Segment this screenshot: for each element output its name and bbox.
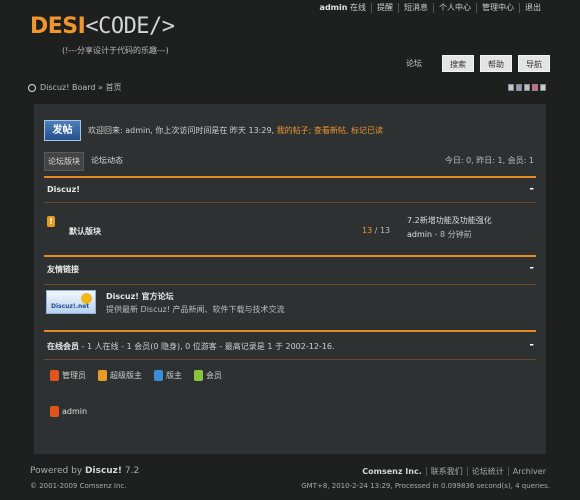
collapse-toggle[interactable]: - bbox=[529, 339, 536, 352]
messages-link[interactable]: 短消息 bbox=[398, 3, 433, 13]
last-post: 7.2新增功能及功能强化 admin - 8 分钟前 bbox=[407, 214, 492, 242]
contact-link[interactable]: 联系我们 bbox=[425, 467, 467, 476]
powered-version: 7.2 bbox=[122, 466, 140, 476]
discuz-logo-image[interactable]: Discuz!.net bbox=[46, 290, 96, 314]
user-status[interactable]: admin 在线 bbox=[315, 3, 371, 13]
forum-name[interactable]: 默认版块 bbox=[69, 226, 101, 237]
links-title: 友情链接 bbox=[47, 265, 79, 274]
post-count: 13 bbox=[379, 226, 391, 235]
welcome-message: 欢迎回来: admin, 你上次访问时间是在 昨天 13:29, 我的帖子; 查… bbox=[88, 125, 383, 136]
legend-super-mod: 超级版主 bbox=[98, 370, 142, 381]
stats-link[interactable]: 论坛统计 bbox=[466, 467, 508, 476]
username[interactable]: admin bbox=[320, 3, 348, 12]
divider bbox=[44, 359, 536, 360]
count-separator: / bbox=[372, 226, 380, 235]
category-section: Discuz! - bbox=[44, 176, 536, 203]
powered-by: Powered by Discuz! 7.2 bbox=[30, 464, 139, 479]
powered-link[interactable]: Discuz! bbox=[85, 466, 122, 476]
forum-stats: 今日: 0, 昨日: 1, 会员: 1 bbox=[444, 156, 534, 165]
online-section: 在线会员 - 1 人在线 - 1 会员(0 隐身), 0 位游客 - 最高记录是… bbox=[44, 330, 536, 360]
copyright: © 2001-2009 Comsenz Inc. bbox=[30, 482, 127, 490]
divider bbox=[44, 284, 536, 285]
breadcrumb: Discuz! Board » 首页 bbox=[28, 82, 121, 93]
new-post-button[interactable]: 发帖 bbox=[44, 120, 81, 141]
online-detail: - 1 人在线 - 1 会员(0 隐身), 0 位游客 - 最高记录是 1 于 … bbox=[81, 342, 335, 351]
search-button[interactable]: 搜索 bbox=[442, 55, 474, 72]
reminder-link[interactable]: 提醒 bbox=[371, 3, 398, 13]
navigation-button[interactable]: 导航 bbox=[518, 55, 550, 72]
forum-counts: 13 / 13 bbox=[362, 226, 390, 235]
legend-mod: 版主 bbox=[154, 370, 182, 381]
online-label: 在线会员 bbox=[47, 342, 79, 351]
friend-link-title[interactable]: Discuz! 官方论坛 bbox=[106, 291, 174, 302]
forum-tabs: 论坛版块 论坛动态 bbox=[44, 152, 126, 171]
forum-row: ! 默认版块 13 / 13 7.2新增功能及功能强化 admin - 8 分钟… bbox=[44, 208, 536, 252]
friend-link: Discuz!.net Discuz! 官方论坛 提供最新 Discuz! 产品… bbox=[46, 290, 536, 320]
legend-label: 管理员 bbox=[62, 371, 86, 380]
online-status: 在线 bbox=[350, 3, 366, 12]
mark-read-link[interactable]: 标记已读 bbox=[351, 126, 383, 135]
welcome-text: 欢迎回来: admin, 你上次访问时间是在 昨天 13:29, bbox=[88, 126, 275, 135]
user-group-legend: 管理员 超级版主 版主 会员 bbox=[50, 370, 222, 381]
style-swatch[interactable] bbox=[524, 84, 530, 91]
site-tagline: (!---分享设计于代码的乐趣---) bbox=[62, 46, 169, 55]
style-swatch[interactable] bbox=[540, 84, 546, 91]
online-user[interactable]: admin bbox=[50, 406, 87, 417]
footer-links: Comsenz Inc. 联系我们 论坛统计 Archiver bbox=[301, 464, 550, 479]
collapse-toggle[interactable]: - bbox=[529, 183, 536, 194]
member-icon bbox=[194, 370, 203, 381]
my-posts-link[interactable]: 我的帖子; bbox=[277, 126, 312, 135]
logo-text: Discuz!.net bbox=[51, 303, 90, 310]
help-button[interactable]: 帮助 bbox=[480, 55, 512, 72]
breadcrumb-text[interactable]: Discuz! Board » 首页 bbox=[40, 82, 121, 93]
style-swatch[interactable] bbox=[508, 84, 514, 91]
links-header: 友情链接 - bbox=[44, 257, 536, 275]
admin-icon bbox=[50, 370, 59, 381]
tab-forum-activity[interactable]: 论坛动态 bbox=[88, 152, 126, 171]
tab-forum-boards[interactable]: 论坛版块 bbox=[44, 152, 84, 171]
legend-label: 会员 bbox=[206, 371, 222, 380]
archiver-link[interactable]: Archiver bbox=[507, 467, 550, 476]
search-icon bbox=[28, 83, 36, 92]
logo-part2: <CODE/> bbox=[85, 14, 175, 39]
legend-admin: 管理员 bbox=[50, 370, 86, 381]
super-moderator-icon bbox=[98, 370, 107, 381]
category-title[interactable]: Discuz! bbox=[47, 185, 80, 194]
last-post-user[interactable]: admin bbox=[407, 230, 432, 239]
online-header: 在线会员 - 1 人在线 - 1 会员(0 隐身), 0 位游客 - 最高记录是… bbox=[44, 332, 536, 359]
divider bbox=[44, 202, 536, 203]
footer-right: Comsenz Inc. 联系我们 论坛统计 Archiver GMT+8, 2010… bbox=[301, 464, 550, 494]
new-posts-link[interactable]: 查看新帖, bbox=[314, 126, 349, 135]
style-switcher bbox=[508, 84, 546, 91]
profile-link[interactable]: 个人中心 bbox=[433, 3, 476, 13]
user-bar: admin 在线 提醒 短消息 个人中心 管理中心 退出 bbox=[315, 3, 546, 13]
friend-link-desc: 提供最新 Discuz! 产品新闻、软件下载与技术交流 bbox=[106, 305, 285, 314]
powered-prefix: Powered by bbox=[30, 466, 86, 476]
collapse-toggle[interactable]: - bbox=[529, 262, 536, 275]
links-section: 友情链接 - bbox=[44, 255, 536, 285]
processed-info: GMT+8, 2010-2-24 13:29, Processed in 0.0… bbox=[301, 482, 550, 490]
nav-forum-link[interactable]: 论坛 bbox=[406, 58, 422, 69]
logout-link[interactable]: 退出 bbox=[519, 3, 546, 13]
online-username[interactable]: admin bbox=[62, 407, 87, 416]
main-panel: 发帖 欢迎回来: admin, 你上次访问时间是在 昨天 13:29, 我的帖子… bbox=[34, 104, 546, 454]
category-header: Discuz! - bbox=[44, 178, 536, 194]
last-post-time: - 8 分钟前 bbox=[434, 230, 472, 239]
legend-label: 版主 bbox=[166, 371, 182, 380]
logo-part1: DESI bbox=[30, 14, 86, 39]
admin-icon bbox=[50, 406, 59, 417]
admin-center-link[interactable]: 管理中心 bbox=[476, 3, 519, 13]
style-swatch[interactable] bbox=[516, 84, 522, 91]
site-logo[interactable]: DESI<CODE/> bbox=[30, 14, 175, 39]
style-swatch[interactable] bbox=[532, 84, 538, 91]
comsenz-link[interactable]: Comsenz Inc. bbox=[358, 467, 425, 476]
top-nav: 论坛 搜索 帮助 导航 bbox=[406, 55, 550, 72]
legend-label: 超级版主 bbox=[110, 371, 142, 380]
footer-left: Powered by Discuz! 7.2 © 2001-2009 Comse… bbox=[30, 464, 139, 494]
thread-count: 13 bbox=[362, 226, 373, 235]
legend-member: 会员 bbox=[194, 370, 222, 381]
last-post-title[interactable]: 7.2新增功能及功能强化 bbox=[407, 214, 492, 228]
forum-new-icon: ! bbox=[47, 216, 55, 227]
moderator-icon bbox=[154, 370, 163, 381]
